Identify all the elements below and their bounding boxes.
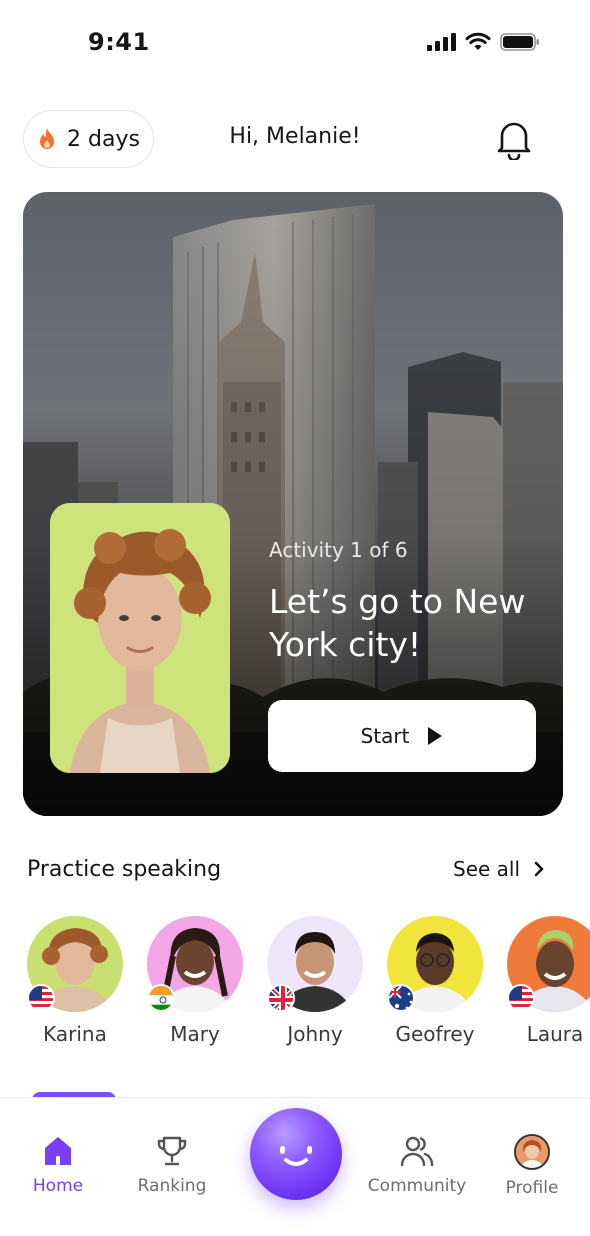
speaker-item[interactable]: Johny <box>265 916 365 1052</box>
profile-avatar <box>514 1134 550 1170</box>
header: 2 days Hi, Melanie! <box>0 108 590 170</box>
status-bar: 9:41 <box>0 0 590 90</box>
start-button[interactable]: Start <box>268 700 536 772</box>
australia-flag-icon <box>387 984 415 1012</box>
nav-community[interactable]: Community <box>357 1134 477 1204</box>
india-flag-icon <box>147 984 175 1012</box>
tutor-photo <box>50 503 230 773</box>
us-flag-icon <box>27 984 55 1012</box>
activity-title: Let’s go to New York city! <box>269 582 526 664</box>
see-all-label: See all <box>453 857 521 881</box>
activity-progress-label: Activity 1 of 6 <box>269 538 408 562</box>
us-flag-icon <box>507 984 535 1012</box>
bottom-nav: Home Ranking Community Profile <box>0 1097 590 1236</box>
nav-profile[interactable]: Profile <box>472 1134 590 1204</box>
trophy-icon <box>157 1136 187 1166</box>
nav-ranking-label: Ranking <box>137 1176 207 1196</box>
activity-card[interactable]: Activity 1 of 6 Let’s go to New York cit… <box>23 192 563 816</box>
home-icon <box>45 1137 71 1165</box>
status-icons <box>427 32 540 52</box>
chevron-right-icon <box>534 861 544 877</box>
speaker-item[interactable]: Geofrey <box>385 916 485 1052</box>
speaker-name: Karina <box>43 1022 107 1046</box>
community-icon <box>400 1136 434 1167</box>
speaker-name: Johny <box>287 1022 343 1046</box>
nav-profile-label: Profile <box>505 1178 559 1198</box>
cellular-signal-icon <box>427 33 456 51</box>
speaker-name: Laura <box>526 1022 584 1046</box>
speaker-item[interactable]: Karina <box>25 916 125 1052</box>
speaker-name: Geofrey <box>395 1022 475 1046</box>
section-title-practice-speaking: Practice speaking <box>27 857 222 882</box>
nav-home-label: Home <box>32 1176 84 1196</box>
nav-home[interactable]: Home <box>0 1134 118 1204</box>
nav-ranking[interactable]: Ranking <box>112 1134 232 1204</box>
speaker-list: Karina Mary Johny Geofrey Laura <box>0 916 590 1056</box>
play-icon <box>428 727 443 745</box>
nav-community-label: Community <box>367 1176 467 1196</box>
speaker-name: Mary <box>170 1022 220 1046</box>
battery-icon <box>500 33 539 51</box>
smile-icon <box>280 1146 312 1166</box>
start-button-label: Start <box>360 724 410 748</box>
see-all-link[interactable]: See all <box>453 857 544 881</box>
wifi-icon <box>465 32 491 50</box>
ai-assistant-button[interactable] <box>250 1108 342 1200</box>
speaker-item[interactable]: Mary <box>145 916 245 1052</box>
speaker-item[interactable]: Laura <box>505 916 590 1052</box>
bell-icon[interactable] <box>494 118 534 160</box>
uk-flag-icon <box>267 984 295 1012</box>
status-time: 9:41 <box>88 28 150 56</box>
